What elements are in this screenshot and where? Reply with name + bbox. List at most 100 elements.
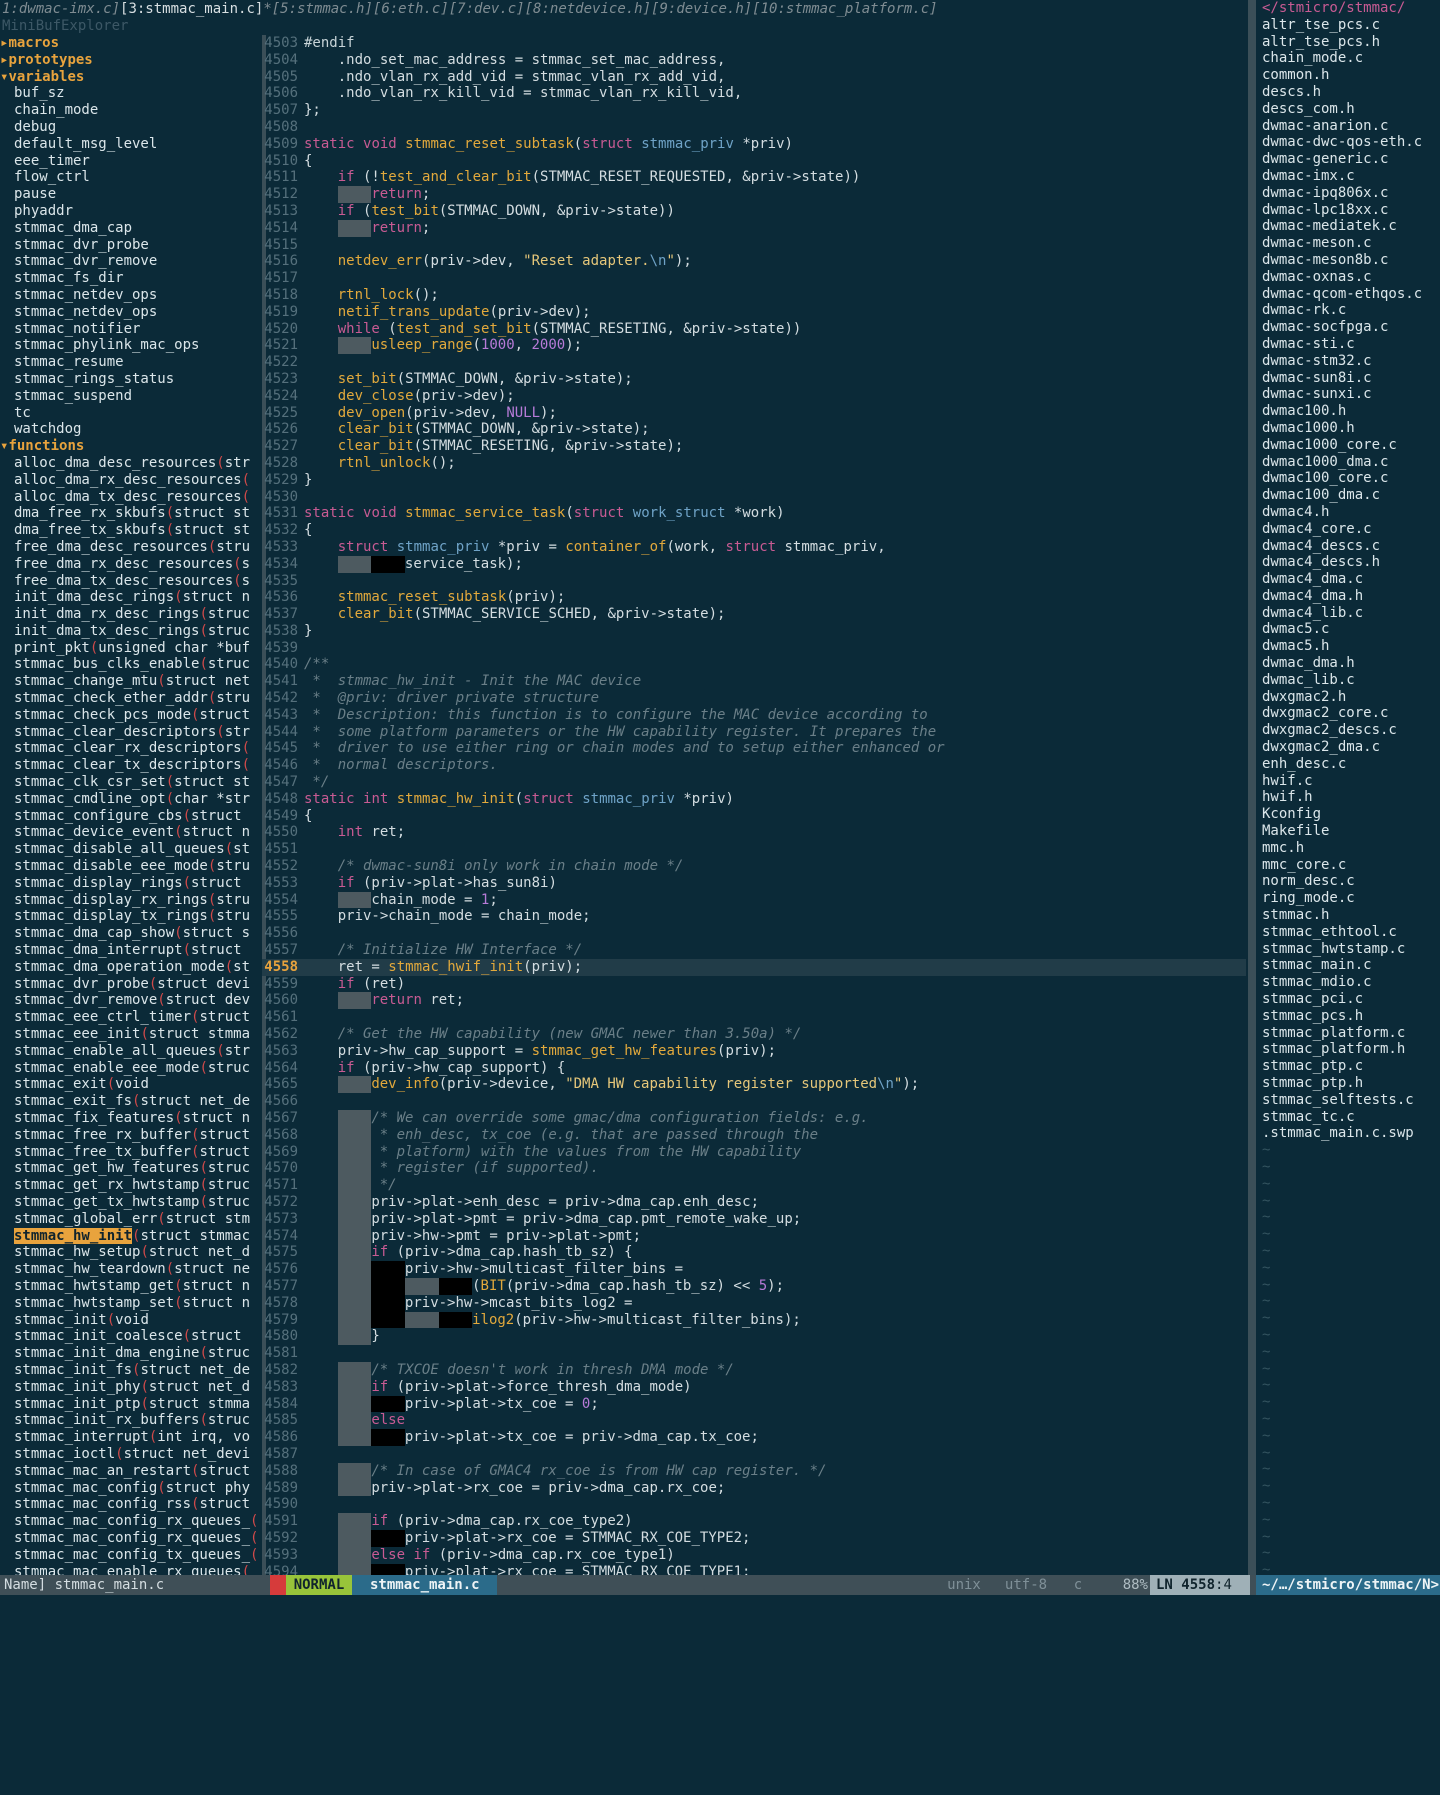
code-text[interactable]: service_task); <box>304 555 523 573</box>
tree-file[interactable]: dwmac-meson8b.c <box>1256 252 1440 269</box>
tag-function-name[interactable]: init_dma_rx_desc_rings <box>14 606 199 622</box>
code-line[interactable]: 4574 priv->hw->pmt = priv->plat->pmt; <box>262 1227 1246 1245</box>
tag-function-name[interactable]: stmmac_dvr_probe <box>14 976 149 992</box>
tagbar-item[interactable]: stmmac_dvr_probe <box>0 237 262 254</box>
code-line[interactable]: 4590 <box>262 1496 1246 1513</box>
code-text[interactable]: * Description: this function is to confi… <box>304 707 927 723</box>
tagbar-item[interactable]: stmmac_clear_rx_descriptors( <box>0 740 262 757</box>
code-line[interactable]: 4516 netdev_err(priv->dev, "Reset adapte… <box>262 253 1246 270</box>
code-text[interactable]: rtnl_lock(); <box>304 287 439 303</box>
tagbar-item[interactable]: stmmac_mac_enable_rx_queues( <box>0 1564 262 1575</box>
tagbar-item[interactable]: pause <box>0 186 262 203</box>
tag-function-name[interactable]: stmmac_get_hw_features <box>14 1160 199 1176</box>
tag-function-name[interactable]: stmmac_exit <box>14 1076 107 1092</box>
tree-root-dir[interactable]: </stmicro/stmmac/ <box>1256 0 1440 17</box>
tag-function-name[interactable]: stmmac_ioctl <box>14 1446 115 1462</box>
tree-file[interactable]: dwmac_lib.c <box>1256 672 1440 689</box>
tagbar-item[interactable]: stmmac_check_pcs_mode(struct <box>0 707 262 724</box>
tree-file[interactable]: dwmac-meson.c <box>1256 235 1440 252</box>
tagbar-item[interactable]: stmmac_hw_init(struct stmmac <box>0 1227 262 1245</box>
tagbar-item[interactable]: stmmac_display_rx_rings(stru <box>0 892 262 909</box>
tagbar-item[interactable]: stmmac_eee_ctrl_timer(struct <box>0 1009 262 1026</box>
tree-file[interactable]: dwmac-qcom-ethqos.c <box>1256 286 1440 303</box>
tagbar-item[interactable]: stmmac_change_mtu(struct net <box>0 673 262 690</box>
editor-pane[interactable]: 4503 #endif 4504 .ndo_set_mac_address = st… <box>262 35 1246 1575</box>
tagbar-item[interactable]: stmmac_rings_status <box>0 371 262 388</box>
code-line[interactable]: 4556 <box>262 925 1246 942</box>
code-text[interactable]: /* We can override some gmac/dma configu… <box>304 1110 869 1127</box>
code-text[interactable]: dev_open(priv->dev, NULL); <box>304 405 557 421</box>
code-text[interactable]: static void stmmac_service_task(struct w… <box>304 505 785 521</box>
tagbar-item[interactable]: stmmac_dvr_probe(struct devi <box>0 976 262 993</box>
tag-function-name[interactable]: stmmac_dma_cap_show <box>14 925 174 941</box>
code-line[interactable]: 4539 <box>262 640 1246 657</box>
code-text[interactable]: else if (priv->dma_cap.rx_coe_type1) <box>304 1546 675 1564</box>
tree-file[interactable]: stmmac_hwtstamp.c <box>1256 941 1440 958</box>
code-line[interactable]: 4507}; <box>262 102 1246 119</box>
code-line[interactable]: 4542 * @priv: driver private structure <box>262 690 1246 707</box>
tag-function-name[interactable]: dma_free_rx_skbufs <box>14 505 166 521</box>
code-line[interactable]: 4571 */ <box>262 1177 1246 1194</box>
code-text[interactable]: priv->plat->enh_desc = priv->dma_cap.enh… <box>304 1193 759 1211</box>
tagbar-item[interactable]: flow_ctrl <box>0 169 262 186</box>
tagbar-item[interactable]: stmmac_resume <box>0 354 262 371</box>
code-line[interactable]: 4570 * register (if supported). <box>262 1160 1246 1178</box>
code-line[interactable]: 4512 return; <box>262 186 1246 203</box>
code-line[interactable]: 4523 set_bit(STMMAC_DOWN, &priv->state); <box>262 371 1246 388</box>
tagbar-item[interactable]: stmmac_hw_setup(struct net_d <box>0 1244 262 1261</box>
tag-function-name[interactable]: print_pkt <box>14 640 90 656</box>
code-text[interactable]: } <box>304 623 312 639</box>
code-text[interactable]: /* Get the HW capability (new GMAC newer… <box>304 1026 802 1042</box>
tagbar-item[interactable]: stmmac_dma_operation_mode(st <box>0 959 262 976</box>
tag-function-name[interactable]: stmmac_init_phy <box>14 1379 140 1395</box>
tagbar-item[interactable]: stmmac_init(void <box>0 1312 262 1329</box>
tagbar-item[interactable]: stmmac_device_event(struct n <box>0 824 262 841</box>
code-text[interactable]: { <box>304 808 312 824</box>
tag-function-name[interactable]: stmmac_init <box>14 1312 107 1328</box>
code-text[interactable]: } <box>304 1328 380 1346</box>
code-text[interactable]: dev_info(priv->device, "DMA HW capabilit… <box>304 1076 919 1094</box>
tagbar-item[interactable]: stmmac_check_ether_addr(stru <box>0 690 262 707</box>
code-line[interactable]: 4594 priv->plat->rx_coe = STMMAC_RX_COE_… <box>262 1563 1246 1575</box>
tagbar-item[interactable]: stmmac_netdev_ops <box>0 304 262 321</box>
tagbar-item[interactable]: stmmac_hwtstamp_set(struct n <box>0 1295 262 1312</box>
code-line[interactable]: 4569 * platform) with the values from th… <box>262 1143 1246 1161</box>
tag-name[interactable]: stmmac_suspend <box>14 388 132 404</box>
code-line[interactable]: 4587 <box>262 1446 1246 1463</box>
tagbar-item[interactable]: buf_sz <box>0 85 262 102</box>
tag-function-name[interactable]: stmmac_get_tx_hwtstamp <box>14 1194 199 1210</box>
tagbar-item[interactable]: stmmac_clear_tx_descriptors( <box>0 757 262 774</box>
tree-file[interactable]: dwxgmac2.h <box>1256 689 1440 706</box>
tree-file[interactable]: descs.h <box>1256 84 1440 101</box>
code-text[interactable]: priv->hw_cap_support = stmmac_get_hw_fea… <box>304 1043 776 1059</box>
tag-function-name[interactable]: stmmac_exit_fs <box>14 1093 132 1109</box>
code-text[interactable]: if (test_bit(STMMAC_DOWN, &priv->state)) <box>304 203 675 219</box>
tagbar-item[interactable]: stmmac_suspend <box>0 388 262 405</box>
code-line[interactable]: 4577 (BIT(priv->dma_cap.hash_tb_sz) << 5… <box>262 1277 1246 1295</box>
tag-name[interactable]: stmmac_fs_dir <box>14 270 124 286</box>
tag-name[interactable]: phyaddr <box>14 203 73 219</box>
code-line[interactable]: 4545 * driver to use either ring or chai… <box>262 740 1246 757</box>
code-text[interactable]: netif_trans_update(priv->dev); <box>304 304 591 320</box>
tag-name[interactable]: stmmac_notifier <box>14 321 140 337</box>
code-line[interactable]: 4503 #endif <box>262 35 1246 52</box>
tagbar-item[interactable]: stmmac_hw_teardown(struct ne <box>0 1261 262 1278</box>
tree-file[interactable]: dwxgmac2_descs.c <box>1256 722 1440 739</box>
tree-file[interactable]: dwmac4.h <box>1256 504 1440 521</box>
tree-file[interactable]: Makefile <box>1256 823 1440 840</box>
tagbar-item[interactable]: print_pkt(unsigned char *buf <box>0 640 262 657</box>
tagbar-kind[interactable]: ▸prototypes <box>0 52 262 69</box>
tag-function-name[interactable]: stmmac_clear_rx_descriptors <box>14 740 242 756</box>
tree-file[interactable]: .stmmac_main.c.swp <box>1256 1125 1440 1142</box>
code-text[interactable]: */ <box>304 1177 397 1194</box>
code-text[interactable]: if (priv->dma_cap.hash_tb_sz) { <box>304 1244 633 1262</box>
code-line[interactable]: 4522 <box>262 354 1246 371</box>
code-text[interactable]: rtnl_unlock(); <box>304 455 456 471</box>
code-text[interactable]: if (priv->plat->has_sun8i) <box>304 875 557 891</box>
tree-file[interactable]: dwmac100.h <box>1256 403 1440 420</box>
code-text[interactable]: set_bit(STMMAC_DOWN, &priv->state); <box>304 371 633 387</box>
code-text[interactable]: (BIT(priv->dma_cap.hash_tb_sz) << 5); <box>304 1277 784 1295</box>
tag-name[interactable]: watchdog <box>14 421 81 437</box>
code-line[interactable]: 4554 chain_mode = 1; <box>262 891 1246 909</box>
code-text[interactable]: priv->plat->rx_coe = STMMAC_RX_COE_TYPE1… <box>304 1563 750 1575</box>
